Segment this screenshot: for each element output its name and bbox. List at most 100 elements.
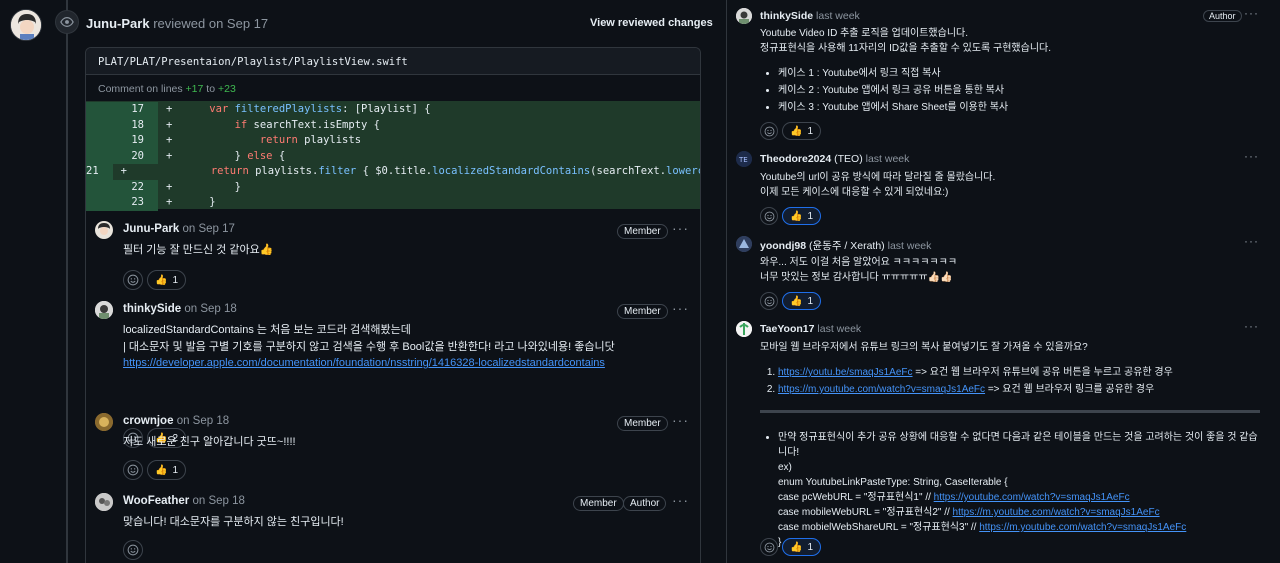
thumbs-up-reaction[interactable]: 👍 1 bbox=[782, 207, 822, 225]
thumbs-up-reaction[interactable]: 👍 1 bbox=[782, 292, 822, 310]
comment-line: 와우... 저도 이걸 처음 알았어요 ㅋㅋㅋㅋㅋㅋㅋ bbox=[760, 257, 958, 268]
author-alias: (윤동주 / Xerath) bbox=[809, 240, 885, 252]
kebab-horizontal-icon[interactable]: ··· bbox=[672, 492, 689, 508]
comment-line: Youtube의 url이 공유 방식에 따라 달라질 줄 몰랐습니다. bbox=[760, 172, 996, 183]
diff-row: 21 + return playlists.filter { $0.title.l… bbox=[86, 164, 700, 180]
avatar[interactable] bbox=[95, 493, 113, 511]
comment-author: Junu-Park on Sep 17 bbox=[123, 223, 235, 235]
comment-date[interactable]: on Sep 17 bbox=[182, 223, 234, 235]
comment-line: 이제 모든 케이스에 대응할 수 있게 되었네요:) bbox=[760, 187, 949, 198]
comment-author: WooFeather on Sep 18 bbox=[123, 495, 245, 507]
line-number[interactable]: 19 bbox=[86, 133, 158, 149]
comment-date[interactable]: on Sep 18 bbox=[192, 495, 244, 507]
comment-date[interactable]: last week bbox=[817, 323, 861, 335]
diff-row: 18 + if searchText.isEmpty { bbox=[86, 117, 700, 133]
line-number[interactable]: 22 bbox=[86, 179, 158, 195]
reaction-bar: 👍 1 bbox=[123, 270, 187, 290]
reaction-bar: 👍 1 bbox=[760, 292, 822, 310]
smiley-icon[interactable] bbox=[760, 538, 778, 556]
line-number[interactable]: 17 bbox=[86, 102, 158, 118]
line-number[interactable]: 23 bbox=[86, 195, 158, 211]
documentation-link[interactable]: https://developer.apple.com/documentatio… bbox=[123, 357, 605, 369]
code-line: case mobielWebShareURL = "정규표현식3" // htt… bbox=[778, 520, 1260, 535]
kebab-horizontal-icon[interactable]: ··· bbox=[672, 300, 689, 316]
author-label: Author bbox=[1203, 10, 1242, 22]
comment-line: 모바일 웹 브라우저에서 유튜브 링크의 복사 붙여넣기도 잘 가져올 수 있을… bbox=[760, 342, 1088, 353]
reaction-count: 1 bbox=[807, 541, 814, 553]
comment-date[interactable]: last week bbox=[888, 240, 932, 252]
smiley-icon[interactable] bbox=[123, 540, 143, 560]
line-number[interactable]: 20 bbox=[86, 148, 158, 164]
timeline-line bbox=[66, 0, 68, 563]
thumbs-up-icon: 👍 bbox=[155, 274, 168, 286]
member-label: Member bbox=[617, 304, 668, 319]
code-line: ex) bbox=[778, 462, 792, 473]
comment-line: Youtube Video ID 추출 로직을 업데이트했습니다. bbox=[760, 28, 969, 39]
thumbs-up-reaction[interactable]: 👍 1 bbox=[147, 270, 187, 290]
diff-sign: + bbox=[166, 180, 173, 193]
eye-icon bbox=[55, 10, 79, 34]
kebab-horizontal-icon[interactable]: ··· bbox=[1244, 319, 1259, 333]
diff-block: 17 + var filteredPlaylists: [Playlist] { … bbox=[86, 101, 700, 211]
comment-date[interactable]: on Sep 18 bbox=[184, 303, 236, 315]
author-name[interactable]: crownjoe bbox=[123, 415, 173, 427]
line-number[interactable]: 18 bbox=[86, 117, 158, 133]
thumbs-up-reaction[interactable]: 👍 1 bbox=[782, 122, 822, 140]
avatar[interactable] bbox=[736, 236, 752, 252]
review-thread: PLAT/PLAT/Presentaion/Playlist/PlaylistV… bbox=[85, 47, 701, 563]
author-name[interactable]: Theodore2024 bbox=[760, 153, 831, 165]
member-label: Member bbox=[573, 496, 624, 511]
code-text: case pcWebURL = "정규표현식1" // bbox=[778, 492, 934, 503]
youtube-link[interactable]: https://m.youtube.com/watch?v=smaqJs1AeF… bbox=[953, 507, 1160, 518]
file-path[interactable]: PLAT/PLAT/Presentaion/Playlist/PlaylistV… bbox=[86, 48, 700, 75]
kebab-horizontal-icon[interactable]: ··· bbox=[1244, 234, 1259, 248]
avatar[interactable]: TE bbox=[736, 151, 752, 167]
comment-author: thinkySide on Sep 18 bbox=[123, 303, 237, 315]
reaction-count: 1 bbox=[807, 210, 814, 222]
avatar[interactable] bbox=[736, 321, 752, 337]
smiley-icon[interactable] bbox=[760, 122, 778, 140]
line-number[interactable]: 21 bbox=[86, 164, 113, 180]
comment-date[interactable]: on Sep 18 bbox=[177, 415, 229, 427]
thumbs-up-reaction[interactable]: 👍 1 bbox=[782, 538, 822, 556]
kebab-horizontal-icon[interactable]: ··· bbox=[1244, 6, 1259, 20]
comment-date[interactable]: last week bbox=[816, 10, 860, 22]
link-list: https://youtu.be/smaqJs1AeFc => 요건 웹 브라우… bbox=[760, 364, 1260, 398]
kebab-horizontal-icon[interactable]: ··· bbox=[672, 220, 689, 236]
kebab-horizontal-icon[interactable]: ··· bbox=[672, 412, 689, 428]
avatar[interactable] bbox=[95, 301, 113, 319]
youtube-link[interactable]: https://youtu.be/smaqJs1AeFc bbox=[778, 367, 913, 378]
review-author[interactable]: Junu-Park bbox=[86, 16, 150, 31]
author-name[interactable]: yoondj98 bbox=[760, 240, 806, 252]
kebab-horizontal-icon[interactable]: ··· bbox=[1244, 149, 1259, 163]
avatar[interactable] bbox=[736, 8, 752, 24]
comment-line: 정규표현식을 사용해 11자리의 ID값을 추출할 수 있도록 구현했습니다. bbox=[760, 43, 1052, 54]
author-name[interactable]: WooFeather bbox=[123, 495, 189, 507]
avatar[interactable] bbox=[95, 413, 113, 431]
youtube-link[interactable]: https://m.youtube.com/watch?v=smaqJs1AeF… bbox=[778, 384, 985, 395]
comment-date[interactable]: last week bbox=[866, 153, 910, 165]
view-reviewed-changes-button[interactable]: View reviewed changes bbox=[590, 17, 713, 29]
thumbs-up-reaction[interactable]: 👍 1 bbox=[147, 460, 187, 480]
author-name[interactable]: TaeYoon17 bbox=[760, 323, 814, 335]
smiley-icon[interactable] bbox=[123, 270, 143, 290]
diff-row: 17 + var filteredPlaylists: [Playlist] { bbox=[86, 102, 700, 118]
smiley-icon[interactable] bbox=[760, 207, 778, 225]
code-text: case mobielWebShareURL = "정규표현식3" // bbox=[778, 522, 980, 533]
author-name[interactable]: thinkySide bbox=[123, 303, 181, 315]
member-label: Member bbox=[617, 224, 668, 239]
thumbs-up-icon: 👍 bbox=[790, 125, 803, 137]
code-line: case mobileWebURL = "정규표현식2" // https://… bbox=[778, 505, 1260, 520]
member-label: Member bbox=[617, 416, 668, 431]
smiley-icon[interactable] bbox=[760, 292, 778, 310]
avatar[interactable] bbox=[10, 9, 42, 41]
avatar[interactable] bbox=[95, 221, 113, 239]
youtube-link[interactable]: https://m.youtube.com/watch?v=smaqJs1AeF… bbox=[979, 522, 1186, 533]
comment-author: Theodore2024 (TEO) last week bbox=[760, 153, 909, 165]
smiley-icon[interactable] bbox=[123, 460, 143, 480]
author-name[interactable]: thinkySide bbox=[760, 10, 813, 22]
author-name[interactable]: Junu-Park bbox=[123, 223, 179, 235]
youtube-link[interactable]: https://youtube.com/watch?v=smaqJs1AeFc bbox=[934, 492, 1130, 503]
diff-sign: + bbox=[166, 118, 173, 131]
comment-body: 만약 정규표현식이 추가 공유 상황에 대응할 수 없다면 다음과 같은 테이블… bbox=[760, 430, 1260, 550]
